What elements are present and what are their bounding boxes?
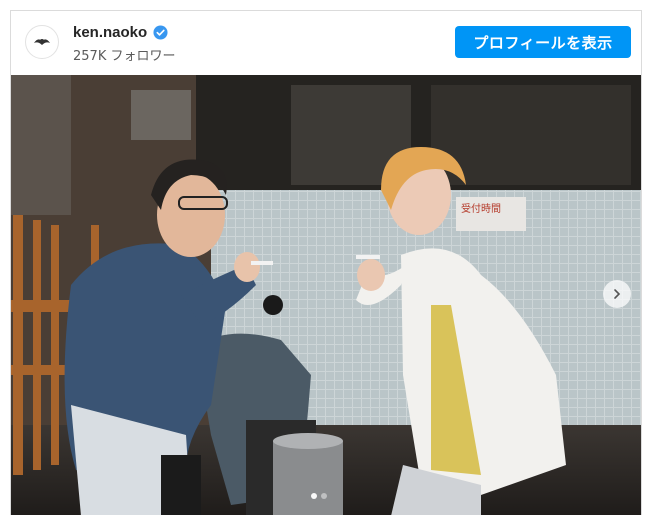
- post-header: ken.naoko 257K フォロワー プロフィールを表示: [11, 11, 641, 75]
- instagram-embed-card: ken.naoko 257K フォロワー プロフィールを表示 受付時間: [10, 10, 642, 515]
- carousel-dot: [321, 493, 327, 499]
- carousel-next-button[interactable]: [603, 280, 631, 308]
- carousel-indicator: [311, 493, 327, 499]
- carousel-dot: [311, 493, 317, 499]
- street-scene-image: 受付時間: [11, 75, 641, 515]
- chevron-right-icon: [614, 289, 621, 299]
- verified-badge-icon: [153, 25, 168, 40]
- username-row[interactable]: ken.naoko: [73, 24, 168, 41]
- view-profile-button[interactable]: プロフィールを表示: [455, 26, 631, 58]
- post-photo[interactable]: 受付時間: [11, 75, 641, 515]
- username[interactable]: ken.naoko: [73, 24, 147, 41]
- avatar-bird-icon: [34, 39, 50, 45]
- shop-sign-text: 受付時間: [461, 202, 501, 215]
- profile-avatar[interactable]: [25, 25, 59, 59]
- follower-count: 257K フォロワー: [73, 49, 176, 64]
